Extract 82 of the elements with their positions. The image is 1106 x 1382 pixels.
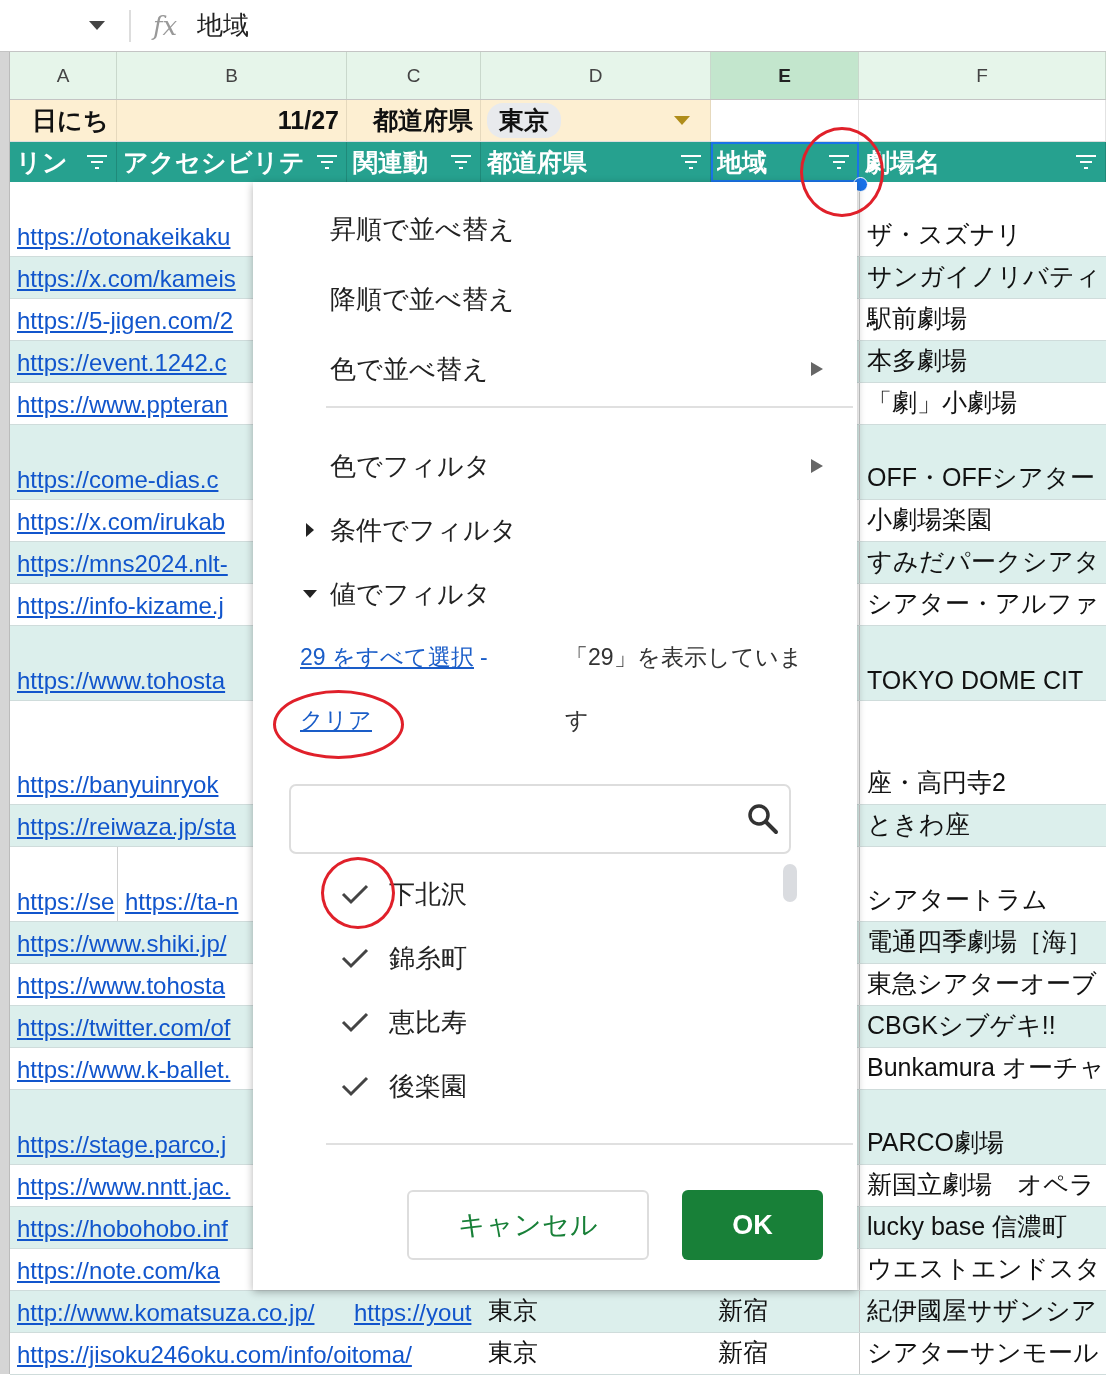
menu-section-toggle[interactable]: 値でフィルタ [253,562,857,626]
formula-value[interactable]: 地域 [197,8,250,43]
value-option[interactable]: 後楽園 [253,1054,857,1118]
scrollbar-thumb[interactable] [783,864,797,902]
cell-link[interactable]: https://yout [347,1291,481,1332]
table-cell: 日にち [10,100,117,141]
table-cell: シアター・アルファ [859,584,1106,625]
caret-icon[interactable] [89,20,105,31]
menu-item[interactable]: 昇順で並べ替え [253,194,857,264]
table-cell: OFF・OFFシアター [859,425,1106,499]
table-cell-text: 東京 [487,1337,539,1368]
filter-icon[interactable] [450,154,472,170]
table-cell: サンガイノリバティ [859,257,1106,298]
header-label: 地域 [717,146,767,178]
header-label: 都道府県 [487,146,587,178]
table-cell: lucky base 信濃町 [859,1207,1106,1248]
table-cell: すみだパークシアタ [859,542,1106,583]
table-cell: Bunkamura オーチャ [859,1048,1106,1089]
table-cell: シアターサンモール [859,1333,1106,1374]
table-cell: 座・高円寺2 [859,701,1106,804]
function-label: fx [153,10,178,41]
table-cell-text: 新宿 [717,1337,769,1368]
option-label: 後楽園 [389,1069,467,1103]
cell-link[interactable]: http://www.komatsuza.co.jp/ [10,1291,347,1332]
column-header[interactable]: F [859,52,1106,99]
table-cell: 駅前劇場 [859,299,1106,340]
search-icon [747,803,779,835]
search-field[interactable] [289,784,791,854]
table-cell: 本多劇場 [859,341,1106,382]
menu-item[interactable]: 降順で並べ替え [253,264,857,334]
column-header[interactable]: E [711,52,859,99]
menu-section-toggle[interactable]: 条件でフィルタ [253,498,857,562]
submenu-arrow-icon [811,459,823,473]
table-cell: シアタートラム [859,847,1106,921]
column-header[interactable]: A [10,52,117,99]
value-chip: 東京 [487,103,561,138]
table-cell: 「劇」小劇場 [859,383,1106,424]
table-cell: TOKYO DOME CIT [859,626,1106,700]
filter-icon[interactable] [86,154,108,170]
select-all-link[interactable]: 29 をすべて選択 [300,642,474,673]
filter-icon[interactable] [316,154,338,170]
cell-link[interactable]: https://se [10,847,117,921]
status-text: 「29」を表示しています [565,643,804,735]
dropdown-caret-icon[interactable] [674,116,690,125]
table-cell: PARCO劇場 [859,1090,1106,1164]
menu-item-label: 値でフィルタ [330,577,491,611]
cancel-button[interactable]: キャンセル [407,1190,649,1260]
table-cell: ときわ座 [859,805,1106,846]
table-cell: ウエストエンドスタ [859,1249,1106,1290]
value-option[interactable]: 恵比寿 [253,990,857,1054]
cell-link[interactable]: https://jisoku246oku.com/info/oitoma/ [10,1333,481,1374]
header-label: 関連動 [353,146,428,178]
dropdown-cell[interactable]: 東京 [481,100,711,141]
menu-item-label: 色で並べ替え [330,352,489,386]
table-cell: 11/27 [117,100,347,141]
table-cell-text: 新宿 [717,1295,769,1326]
table-cell: 紀伊國屋サザンシア [859,1291,1106,1332]
table-cell: CBGKシブゲキ!! [859,1006,1106,1047]
table-cell: 都道府県 [347,100,481,141]
menu-item-label: 条件でフィルタ [330,513,517,547]
filter-icon[interactable] [1075,154,1097,170]
header-label: リン [16,146,68,178]
column-header[interactable]: C [347,52,481,99]
column-header[interactable]: B [117,52,347,99]
menu-item-label: 色でフィルタ [330,449,491,483]
filter-icon[interactable] [680,154,702,170]
ok-button[interactable]: OK [682,1190,823,1260]
option-label: 恵比寿 [389,1005,467,1039]
clear-link[interactable]: クリア [300,705,372,736]
table-cell: 東急シアターオーブ [859,964,1106,1005]
menu-item[interactable]: 色でフィルタ [253,434,857,498]
table-cell: 電通四季劇場［海］ [859,922,1106,963]
header-label: アクセシビリテ [123,146,305,178]
option-label: 錦糸町 [389,941,467,975]
table-cell: 新国立劇場 オペラ [859,1165,1106,1206]
table-cell: 小劇場楽園 [859,500,1106,541]
submenu-arrow-icon [811,362,823,376]
menu-item[interactable]: 色で並べ替え [253,334,857,404]
table-cell-text: 東京 [487,1295,539,1326]
filter-icon[interactable] [828,154,850,170]
value-option[interactable]: 錦糸町 [253,926,857,990]
separator-text: - [480,644,488,671]
